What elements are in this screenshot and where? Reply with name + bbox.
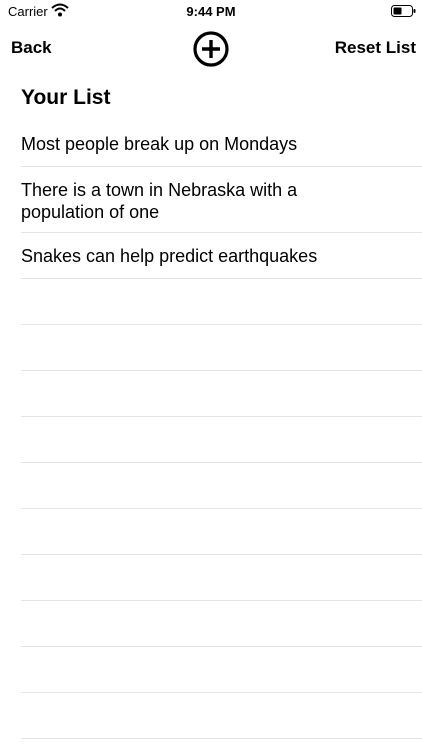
empty-row: [21, 509, 422, 555]
plus-circle-icon[interactable]: [192, 30, 230, 68]
empty-row: [21, 555, 422, 601]
empty-row: [21, 693, 422, 739]
nav-bar: Back Reset List: [0, 22, 422, 74]
empty-row: [21, 417, 422, 463]
empty-row: [21, 647, 422, 693]
list-title: Your List: [21, 86, 111, 109]
list-item[interactable]: There is a town in Nebraska with a popul…: [21, 167, 422, 233]
empty-row: [21, 463, 422, 509]
empty-row: [21, 325, 422, 371]
empty-row: [21, 279, 422, 325]
list-item[interactable]: Most people break up on Mondays: [21, 121, 422, 167]
battery-icon: [391, 5, 416, 17]
status-bar: Carrier 9:44 PM: [0, 0, 422, 22]
reset-list-button[interactable]: Reset List: [335, 38, 416, 58]
empty-row: [21, 601, 422, 647]
fact-list: Most people break up on Mondays There is…: [21, 121, 422, 739]
status-time: 9:44 PM: [186, 4, 236, 19]
empty-row: [21, 371, 422, 417]
back-button[interactable]: Back: [11, 38, 52, 58]
list-item[interactable]: Snakes can help predict earthquakes: [21, 233, 422, 279]
